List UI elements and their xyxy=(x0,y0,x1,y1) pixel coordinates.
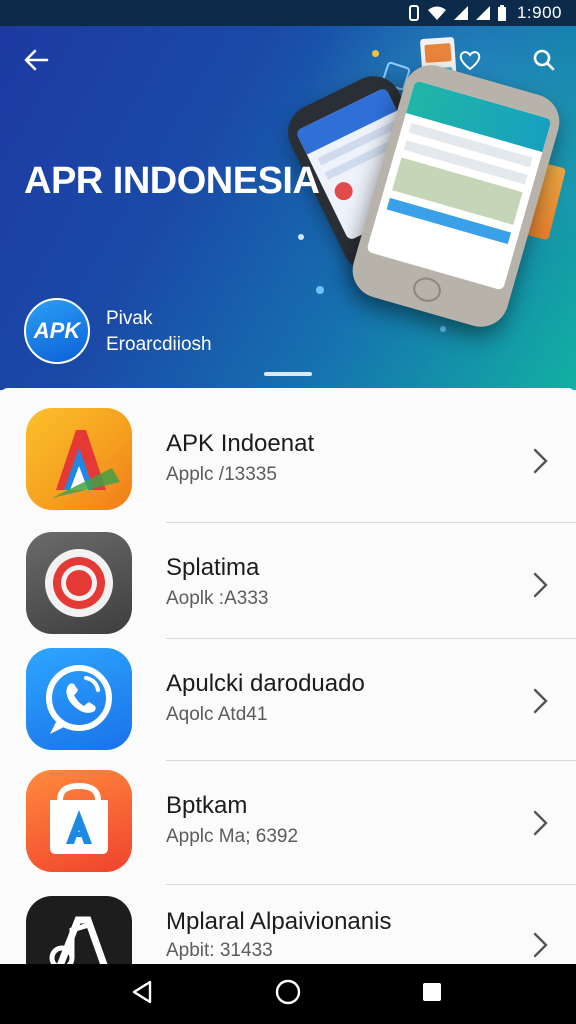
signal-icon xyxy=(453,5,469,21)
home-circle-icon xyxy=(274,978,302,1011)
apk-a-icon xyxy=(26,408,132,510)
wifi-icon xyxy=(427,5,447,21)
app-name: APK Indoenat xyxy=(166,430,315,457)
chevron-right-icon xyxy=(528,806,552,840)
vibrate-icon xyxy=(407,4,421,22)
app-name: Mplaral Alpaivionanis xyxy=(166,908,392,935)
page-title: APR INDONESIA xyxy=(24,160,320,202)
app-list: APK Indoenat Applc /13335 Splatima Aoplk… xyxy=(0,388,576,964)
battery-icon xyxy=(497,4,507,22)
sparkle-dot xyxy=(316,286,324,294)
navigation-bar xyxy=(0,964,576,1024)
recents-square-icon xyxy=(420,980,444,1009)
divider xyxy=(166,884,576,885)
signal-icon-2 xyxy=(475,5,491,21)
status-bar: 1:900 xyxy=(0,0,576,26)
sparkle-dot xyxy=(440,326,446,332)
phone-chat-icon xyxy=(26,648,132,750)
header-subtitle-line2: Eroarcdiiosh xyxy=(106,334,212,355)
nav-recents-button[interactable] xyxy=(416,978,448,1010)
app-name: Bptkam xyxy=(166,792,248,819)
list-item[interactable]: Splatima Aoplk :A333 xyxy=(0,524,576,648)
list-item[interactable]: APK Indoenat Applc /13335 xyxy=(0,400,576,524)
record-icon xyxy=(26,532,132,634)
back-triangle-icon xyxy=(130,979,154,1010)
divider xyxy=(166,760,576,761)
back-button[interactable] xyxy=(16,42,56,82)
divider xyxy=(166,522,576,523)
favorite-button[interactable] xyxy=(450,42,490,82)
store-a-icon xyxy=(26,770,132,872)
chevron-right-icon xyxy=(528,684,552,718)
chevron-right-icon xyxy=(528,928,552,962)
app-subtitle: Applc Ma; 6392 xyxy=(166,826,299,847)
app-subtitle: Applc /13335 xyxy=(166,464,277,485)
heart-icon xyxy=(458,49,482,76)
chevron-right-icon xyxy=(528,568,552,602)
nav-back-button[interactable] xyxy=(126,978,158,1010)
header-banner: APR INDONESIA APK Pivak Eroarcdiiosh xyxy=(0,26,576,390)
divider xyxy=(166,638,576,639)
avatar-label: APK xyxy=(33,318,81,343)
app-subtitle: Apbit: 31433 xyxy=(166,940,273,961)
drag-handle[interactable] xyxy=(264,372,312,376)
status-time: 1:900 xyxy=(516,3,562,22)
list-item[interactable]: Bptkam Applc Ma; 6392 xyxy=(0,762,576,886)
chevron-right-icon xyxy=(528,444,552,478)
search-button[interactable] xyxy=(524,42,564,82)
list-item[interactable]: Mplaral Alpaivionanis Apbit: 31433 xyxy=(0,886,576,964)
app-subtitle: Aqolc Atd41 xyxy=(166,704,268,725)
sparkle-dot xyxy=(298,234,304,240)
app-name: Apulcki daroduado xyxy=(166,670,365,697)
music-a-icon xyxy=(26,896,132,964)
avatar[interactable]: APK xyxy=(24,298,90,364)
list-item[interactable]: Apulcki daroduado Aqolc Atd41 xyxy=(0,640,576,764)
app-name: Splatima xyxy=(166,554,260,581)
back-arrow-icon xyxy=(23,49,49,76)
search-icon xyxy=(533,49,555,76)
app-subtitle: Aoplk :A333 xyxy=(166,588,269,609)
sparkle-dot xyxy=(372,50,379,57)
header-subtitle-line1: Pivak xyxy=(106,308,153,329)
nav-home-button[interactable] xyxy=(272,978,304,1010)
